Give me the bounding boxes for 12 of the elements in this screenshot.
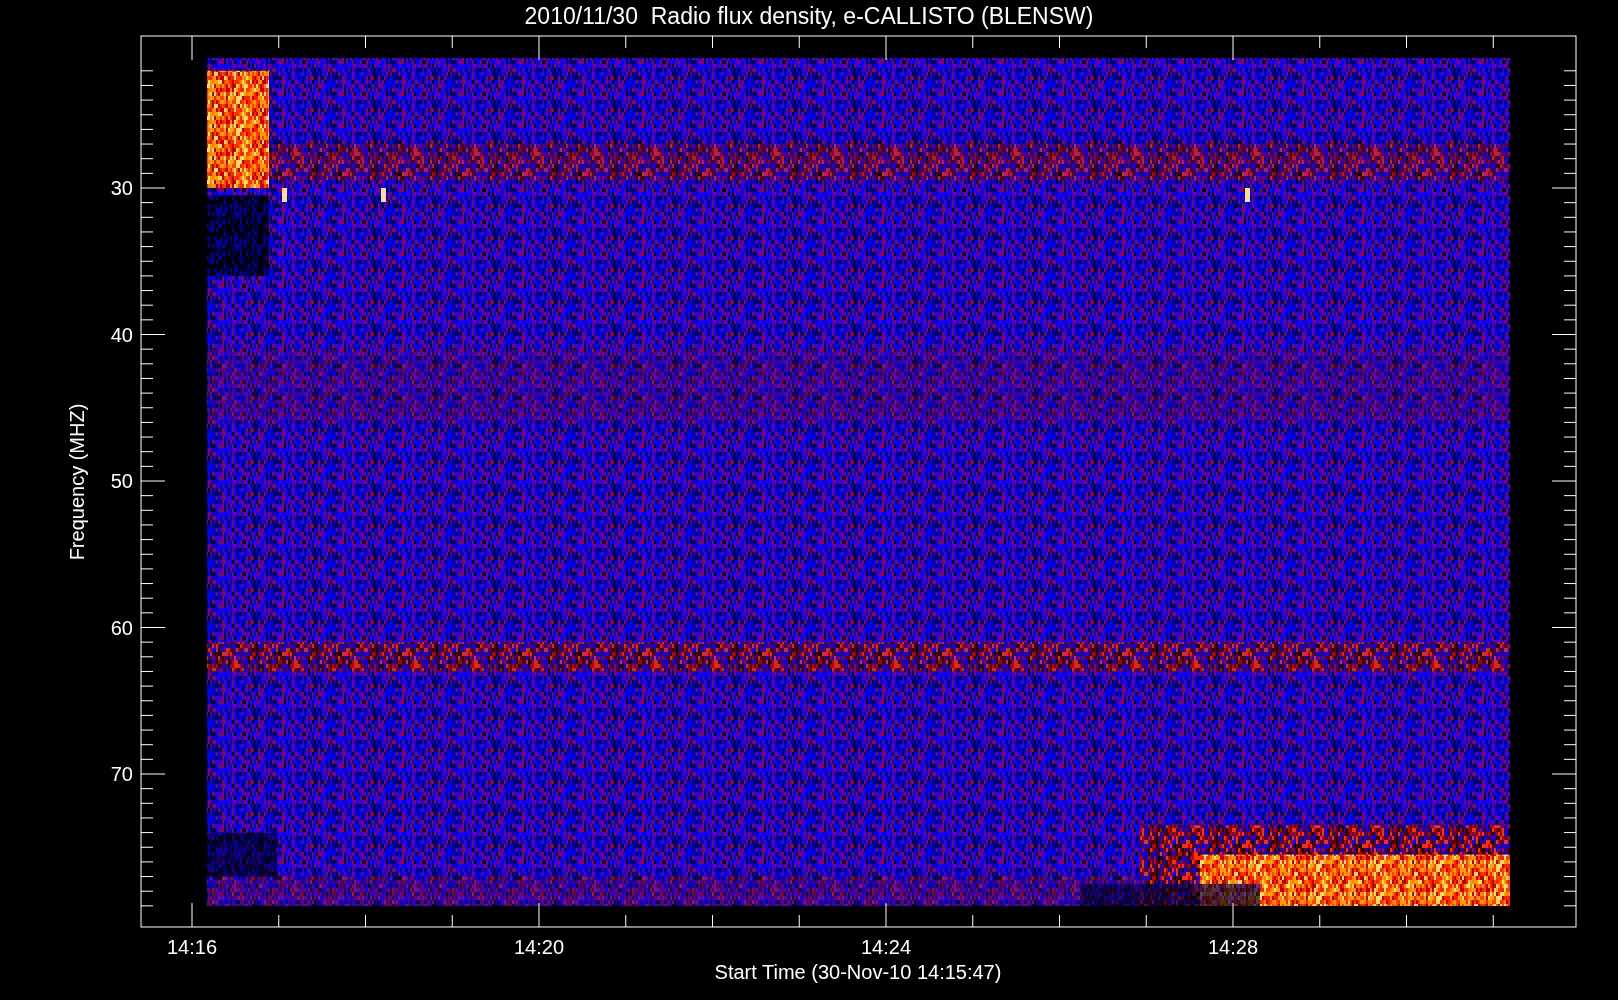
x-tick-label: 14:24 xyxy=(860,936,912,958)
y-tick-label: 50 xyxy=(110,470,133,492)
y-tick-label: 30 xyxy=(110,177,133,199)
chart-title: 2010/11/30 Radio flux density, e-CALLISTO (BLENSW) xyxy=(524,3,1094,29)
x-tick-label: 14:20 xyxy=(513,936,565,958)
y-axis-label: Frequency (MHZ) xyxy=(66,403,88,561)
x-tick-label: 14:16 xyxy=(166,936,218,958)
x-tick-label: 14:28 xyxy=(1207,936,1259,958)
y-tick-label: 70 xyxy=(110,763,133,785)
x-axis-label: Start Time (30-Nov-10 14:15:47) xyxy=(714,961,1002,983)
y-tick-label: 40 xyxy=(110,323,133,346)
y-tick-label: 60 xyxy=(110,616,133,639)
